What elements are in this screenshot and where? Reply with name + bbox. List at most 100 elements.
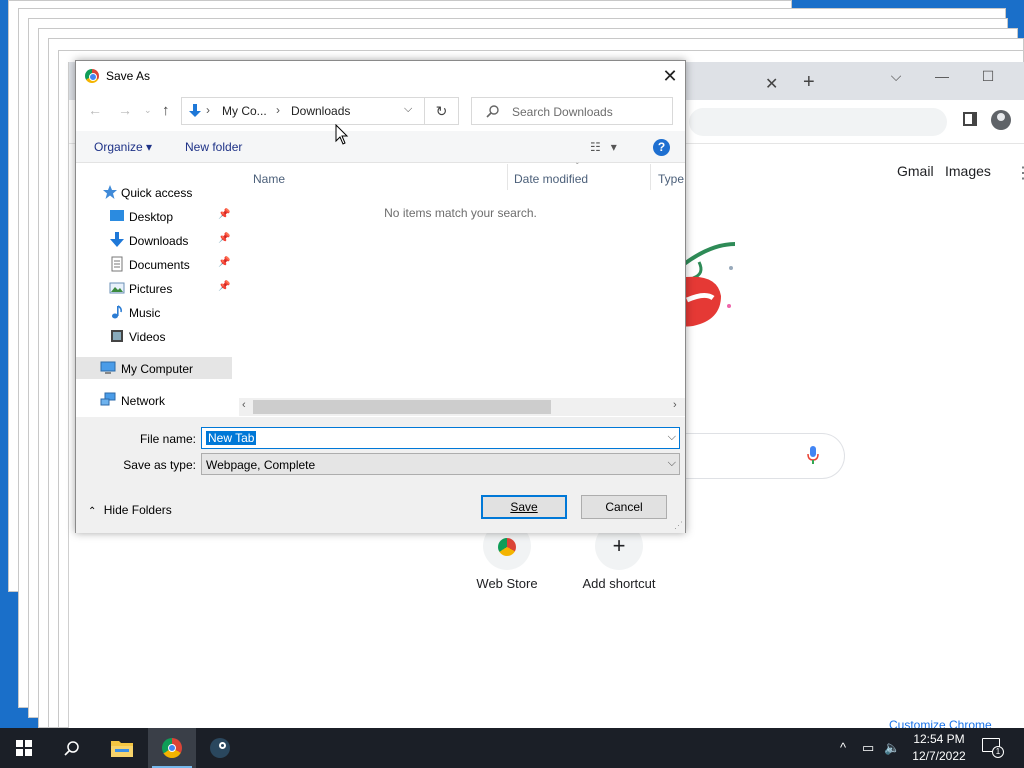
download-icon — [110, 232, 124, 247]
music-icon — [112, 305, 122, 319]
clock-date[interactable]: 12/7/2022 — [904, 749, 974, 763]
save-button[interactable]: Save — [481, 495, 567, 519]
cancel-button-label: Cancel — [605, 500, 643, 514]
images-link[interactable]: Images — [945, 163, 991, 179]
search-icon — [64, 741, 79, 756]
google-doodle[interactable] — [679, 238, 759, 348]
computer-icon — [100, 361, 116, 374]
web-store-icon — [498, 538, 516, 557]
search-input[interactable]: Search Downloads — [471, 97, 673, 125]
desktop-icon — [110, 210, 124, 221]
file-name-label: File name: — [139, 432, 196, 446]
column-header-name[interactable]: Name — [253, 172, 285, 186]
clock-time[interactable]: 12:54 PM — [904, 732, 974, 746]
nav-pictures[interactable]: Pictures 📌 — [76, 277, 236, 299]
new-folder-button[interactable]: New folder — [185, 140, 242, 154]
network-icon — [100, 392, 116, 406]
action-center-button[interactable]: 1 — [982, 738, 1004, 758]
nav-music[interactable]: Music — [76, 301, 236, 323]
pictures-icon — [109, 282, 125, 294]
view-options-icon[interactable]: ☷ ▾ — [590, 140, 617, 154]
mouse-cursor-icon — [335, 124, 349, 145]
column-header-date-modified[interactable]: Date modified — [514, 172, 588, 186]
taskbar: ^ ▭ 🔈 12:54 PM 12/7/2022 1 — [0, 728, 1024, 768]
nav-label: Desktop — [129, 210, 174, 224]
file-list: Name Date modified ˇ Type No items match… — [239, 162, 685, 419]
nav-documents[interactable]: Documents 📌 — [76, 253, 236, 275]
maximize-icon[interactable]: ☐ — [973, 68, 1003, 85]
tab-close-icon[interactable]: ✕ — [765, 74, 778, 94]
dialog-title: Save As — [106, 69, 151, 83]
gmail-link[interactable]: Gmail — [897, 163, 934, 179]
minimize-icon[interactable]: — — [927, 68, 957, 84]
network-status-icon[interactable]: ▭ — [862, 740, 874, 756]
search-taskbar-button[interactable] — [48, 728, 96, 768]
side-panel-icon[interactable] — [963, 112, 977, 126]
breadcrumb-separator-icon: › — [276, 103, 280, 117]
volume-icon[interactable]: 🔈 — [884, 740, 900, 756]
chevron-down-icon[interactable]: ⌵ — [668, 457, 676, 470]
web-store-label: Web Store — [476, 576, 538, 591]
new-tab-icon[interactable]: + — [803, 71, 815, 94]
scrollbar-thumb[interactable] — [253, 400, 551, 414]
breadcrumb-downloads[interactable]: Downloads — [291, 104, 350, 118]
videos-icon — [111, 330, 123, 342]
column-divider[interactable] — [650, 164, 651, 190]
nav-label: Quick access — [121, 186, 193, 200]
scroll-left-icon[interactable]: ‹ — [242, 399, 246, 411]
tab-search-icon[interactable]: ⌵ — [881, 68, 911, 85]
forward-arrow-icon[interactable]: → — [118, 102, 132, 118]
chrome-icon — [85, 69, 99, 83]
file-explorer-icon — [111, 741, 133, 757]
nav-network[interactable]: Network — [76, 389, 236, 411]
organize-menu[interactable]: Organize ▾ — [94, 140, 152, 154]
column-divider[interactable] — [507, 164, 508, 190]
save-as-type-select[interactable]: Webpage, Complete ⌵ — [201, 453, 680, 475]
windows-icon — [16, 740, 32, 756]
star-icon — [103, 185, 117, 199]
profile-icon[interactable] — [991, 110, 1011, 130]
back-arrow-icon[interactable]: ← — [88, 102, 102, 118]
start-button[interactable] — [0, 728, 48, 768]
steam-icon — [210, 738, 230, 758]
address-bar[interactable]: › My Co... › Downloads ⌵ — [181, 97, 425, 125]
pin-icon: 📌 — [218, 209, 231, 220]
chrome-icon — [162, 738, 182, 758]
steam-taskbar-button[interactable] — [196, 728, 244, 768]
show-hidden-icons-icon[interactable]: ^ — [840, 740, 846, 755]
sort-indicator-icon: ˇ — [576, 162, 579, 171]
nav-label: Documents — [129, 258, 190, 272]
hide-folders-button[interactable]: ⌃ Hide Folders — [88, 503, 172, 517]
file-name-value: New Tab — [206, 431, 257, 445]
chevron-down-icon[interactable]: ⌵ — [668, 431, 676, 444]
up-arrow-icon[interactable]: ↑ — [162, 102, 170, 119]
address-dropdown-icon[interactable]: ⌵ — [404, 103, 412, 116]
close-icon[interactable]: ✕ — [656, 65, 684, 87]
scroll-right-icon[interactable]: › — [673, 399, 677, 411]
nav-label: Pictures — [129, 282, 173, 296]
refresh-icon[interactable]: ↻ — [425, 97, 459, 125]
breadcrumb-separator-icon: › — [206, 103, 210, 117]
microphone-icon[interactable] — [807, 446, 819, 464]
command-bar: Organize ▾ New folder ☷ ▾ ? — [76, 131, 685, 163]
recent-locations-icon[interactable]: ⌄ — [144, 105, 152, 116]
column-header-type[interactable]: Type — [658, 172, 684, 186]
dialog-title-bar[interactable]: Save As ✕ — [76, 61, 685, 91]
file-name-field[interactable]: New Tab ⌵ — [201, 427, 680, 449]
cancel-button[interactable]: Cancel — [581, 495, 667, 519]
breadcrumb-my-computer[interactable]: My Co... — [222, 104, 267, 118]
chrome-taskbar-button[interactable] — [148, 728, 196, 768]
nav-videos[interactable]: Videos — [76, 325, 236, 347]
resize-grip-icon[interactable]: ⋰ — [674, 520, 683, 531]
save-button-label: Save — [510, 500, 538, 514]
nav-downloads[interactable]: Downloads 📌 — [76, 229, 236, 251]
horizontal-scrollbar[interactable]: ‹ › — [239, 398, 685, 416]
file-explorer-button[interactable] — [98, 728, 146, 768]
omnibox[interactable] — [689, 108, 947, 136]
google-apps-icon[interactable]: ⋮⋮ — [1015, 163, 1024, 183]
nav-my-computer[interactable]: My Computer — [76, 357, 232, 379]
save-options-area: File name: New Tab ⌵ Save as type: Webpa… — [76, 417, 685, 533]
nav-desktop[interactable]: Desktop 📌 — [76, 205, 236, 227]
nav-quick-access[interactable]: Quick access — [76, 181, 236, 203]
help-icon[interactable]: ? — [653, 139, 670, 156]
